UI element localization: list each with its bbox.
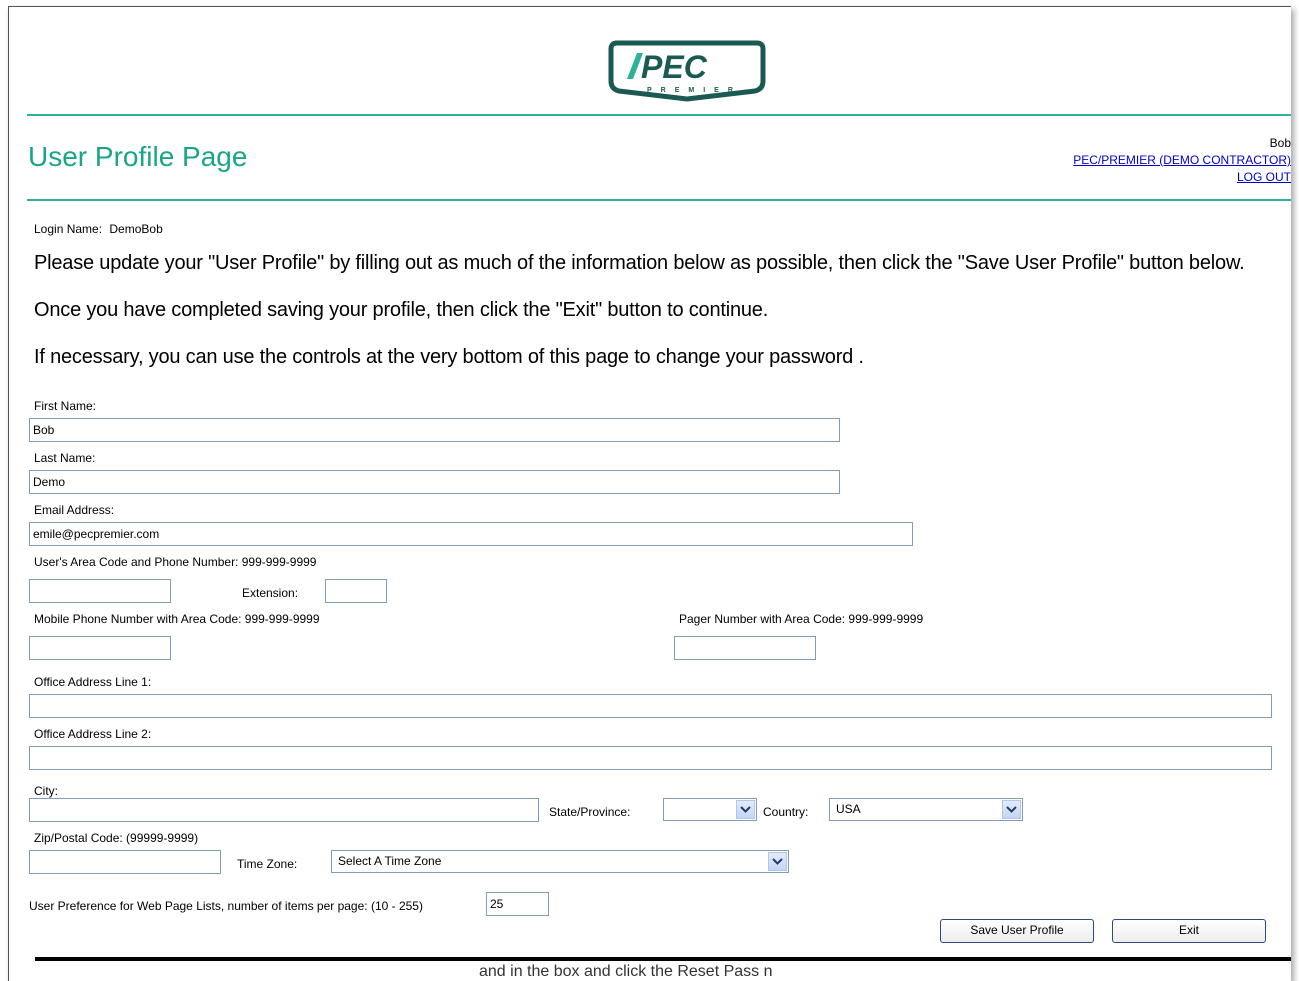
logo-subtext: PREMIER (647, 87, 742, 94)
page-frame: PEC PREMIER User Profile Page Bob PEC/PR… (8, 6, 1291, 981)
timezone-label: Time Zone: (237, 857, 298, 871)
mobile-input[interactable] (29, 636, 171, 660)
pager-input[interactable] (674, 636, 816, 660)
user-name: Bob (1269, 136, 1291, 150)
state-select[interactable] (663, 798, 757, 821)
items-per-page-input[interactable] (486, 892, 549, 916)
country-select-value: USA (836, 802, 861, 816)
first-name-input[interactable] (29, 418, 840, 442)
pager-label: Pager Number with Area Code: 999-999-999… (679, 612, 924, 626)
city-input[interactable] (29, 798, 539, 822)
page-title: User Profile Page (28, 141, 248, 172)
chevron-down-icon[interactable] (1002, 800, 1021, 819)
timezone-select[interactable]: Select A Time Zone (331, 850, 789, 873)
timezone-select-value: Select A Time Zone (338, 854, 442, 868)
country-select[interactable]: USA (829, 798, 1023, 821)
address-line-2-input[interactable] (29, 746, 1272, 770)
last-name-input[interactable] (29, 470, 840, 494)
logout-link[interactable]: LOG OUT (1237, 170, 1291, 184)
email-label: Email Address: (34, 503, 115, 517)
user-links: Bob PEC/PREMIER (DEMO CONTRACTOR) LOG OU… (1073, 135, 1291, 186)
country-label: Country: (763, 805, 809, 819)
phone-input[interactable] (29, 579, 171, 603)
last-name-label: Last Name: (34, 451, 96, 465)
bottom-divider (35, 957, 1291, 961)
items-per-page-label: User Preference for Web Page Lists, numb… (29, 899, 423, 913)
pec-premier-logo: PEC PREMIER (607, 37, 767, 103)
logo-text: PEC (641, 49, 708, 85)
torn-edge-text: and in the box and click the Reset Pass … (9, 963, 1291, 981)
phone-label: User's Area Code and Phone Number: 999-9… (34, 555, 317, 569)
footer-partial-text: and in the box and click the Reset Pass … (479, 963, 773, 980)
mobile-label: Mobile Phone Number with Area Code: 999-… (34, 612, 320, 626)
chevron-down-icon[interactable] (768, 852, 787, 871)
save-profile-button[interactable]: Save User Profile (940, 919, 1094, 943)
zip-input[interactable] (29, 850, 221, 874)
extension-label: Extension: (242, 586, 299, 600)
chevron-down-icon[interactable] (736, 800, 755, 819)
address-line-1-label: Office Address Line 1: (34, 675, 152, 689)
login-name-label: Login Name: (34, 222, 103, 236)
zip-label: Zip/Postal Code: (99999-9999) (34, 831, 199, 845)
instruction-1: Please update your "User Profile" by fil… (34, 252, 1245, 274)
company-link[interactable]: PEC/PREMIER (DEMO CONTRACTOR) (1073, 153, 1291, 167)
extension-input[interactable] (325, 579, 387, 603)
instruction-2: Once you have completed saving your prof… (34, 299, 769, 321)
state-label: State/Province: (549, 805, 631, 819)
exit-button[interactable]: Exit (1112, 919, 1266, 943)
email-input[interactable] (29, 522, 913, 546)
header-divider-top (27, 114, 1291, 116)
header-divider-bottom (27, 199, 1291, 201)
address-line-1-input[interactable] (29, 694, 1272, 718)
address-line-2-label: Office Address Line 2: (34, 727, 152, 741)
login-name-value: DemoBob (109, 222, 163, 236)
first-name-label: First Name: (34, 399, 97, 413)
login-name-row: Login Name: DemoBob (34, 222, 163, 236)
city-label: City: (34, 784, 58, 798)
instruction-3: If necessary, you can use the controls a… (34, 346, 864, 368)
